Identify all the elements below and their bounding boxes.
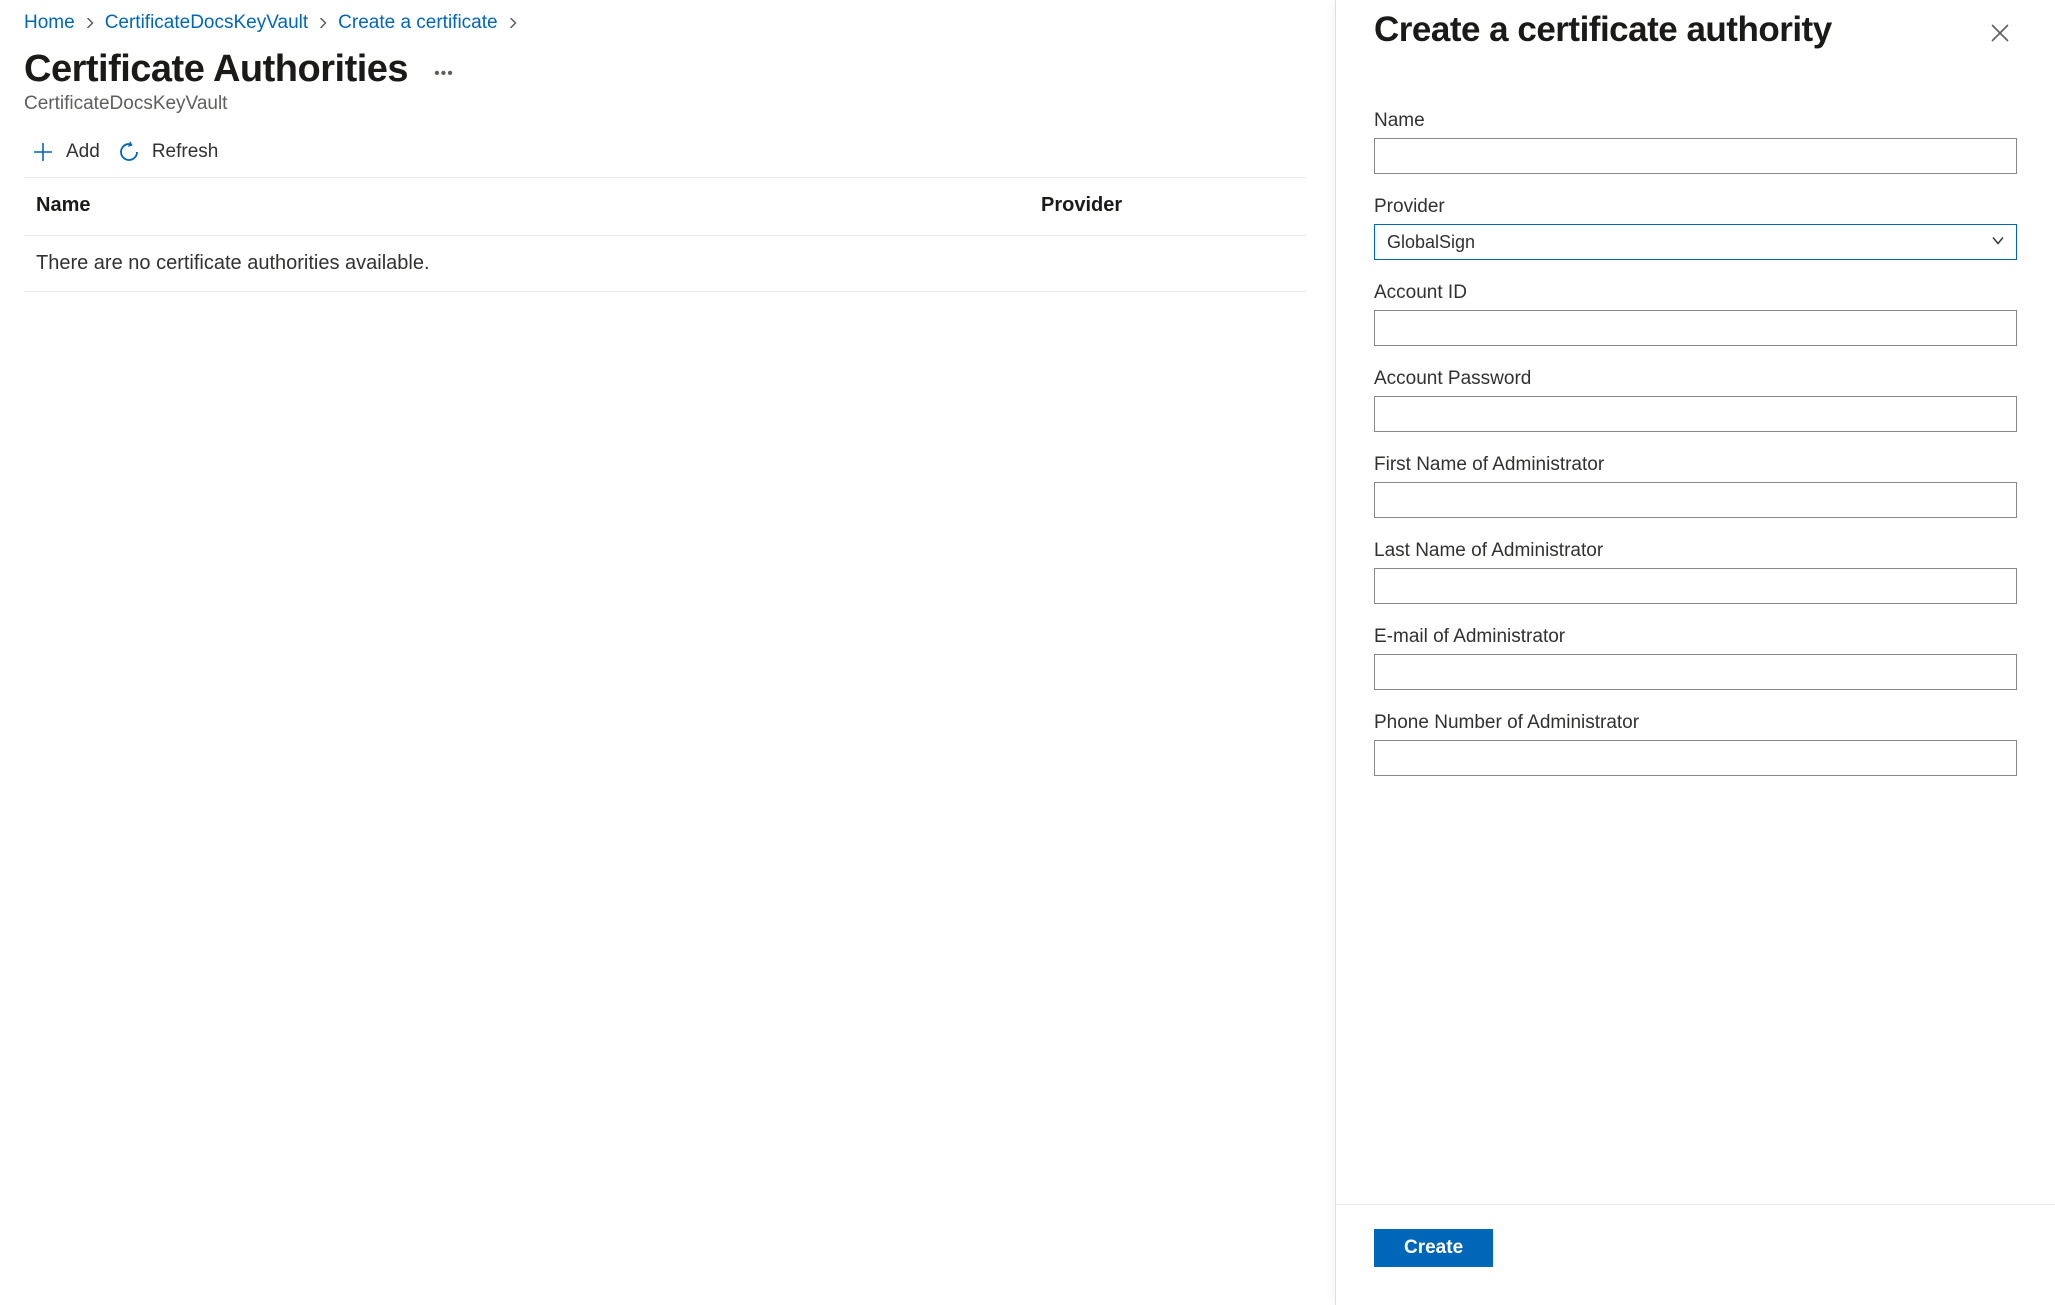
panel-body: Name Provider GlobalSign Account ID Acco… [1336, 62, 2055, 1204]
provider-label: Provider [1374, 196, 2017, 218]
email-input[interactable] [1374, 654, 2017, 690]
page-title: Certificate Authorities [24, 48, 408, 91]
email-label: E-mail of Administrator [1374, 626, 2017, 648]
add-label: Add [66, 141, 100, 163]
name-input[interactable] [1374, 138, 2017, 174]
last-name-label: Last Name of Administrator [1374, 540, 2017, 562]
phone-input[interactable] [1374, 740, 2017, 776]
table-empty-message: There are no certificate authorities ava… [24, 236, 1306, 292]
chevron-right-icon [85, 15, 95, 31]
breadcrumb-home[interactable]: Home [24, 12, 75, 34]
column-header-name[interactable]: Name [36, 194, 1041, 217]
table-header: Name Provider [24, 178, 1306, 236]
close-icon[interactable] [1983, 16, 2017, 56]
account-id-input[interactable] [1374, 310, 2017, 346]
page-title-row: Certificate Authorities ••• [24, 48, 1306, 91]
toolbar: Add Refresh [24, 141, 1306, 178]
account-password-label: Account Password [1374, 368, 2017, 390]
main-content: Home CertificateDocsKeyVault Create a ce… [0, 0, 1330, 300]
account-password-input[interactable] [1374, 396, 2017, 432]
chevron-right-icon [508, 15, 518, 31]
side-panel: Create a certificate authority Name Prov… [1335, 0, 2055, 1305]
breadcrumb-vault[interactable]: CertificateDocsKeyVault [105, 12, 308, 34]
refresh-button[interactable]: Refresh [118, 141, 219, 163]
panel-title: Create a certificate authority [1374, 10, 1832, 50]
phone-label: Phone Number of Administrator [1374, 712, 2017, 734]
create-button[interactable]: Create [1374, 1229, 1493, 1267]
last-name-input[interactable] [1374, 568, 2017, 604]
account-id-label: Account ID [1374, 282, 2017, 304]
plus-icon [32, 141, 54, 163]
refresh-label: Refresh [152, 141, 219, 163]
breadcrumb-create-cert[interactable]: Create a certificate [338, 12, 497, 34]
page-subtitle: CertificateDocsKeyVault [24, 93, 1306, 115]
panel-footer: Create [1336, 1204, 2055, 1305]
column-header-provider[interactable]: Provider [1041, 194, 1294, 217]
name-label: Name [1374, 110, 2017, 132]
chevron-right-icon [318, 15, 328, 31]
panel-header: Create a certificate authority [1336, 0, 2055, 62]
more-icon[interactable]: ••• [430, 61, 458, 87]
add-button[interactable]: Add [32, 141, 100, 163]
first-name-label: First Name of Administrator [1374, 454, 2017, 476]
refresh-icon [118, 141, 140, 163]
first-name-input[interactable] [1374, 482, 2017, 518]
provider-select[interactable]: GlobalSign [1374, 224, 2017, 260]
breadcrumb: Home CertificateDocsKeyVault Create a ce… [24, 12, 1306, 34]
